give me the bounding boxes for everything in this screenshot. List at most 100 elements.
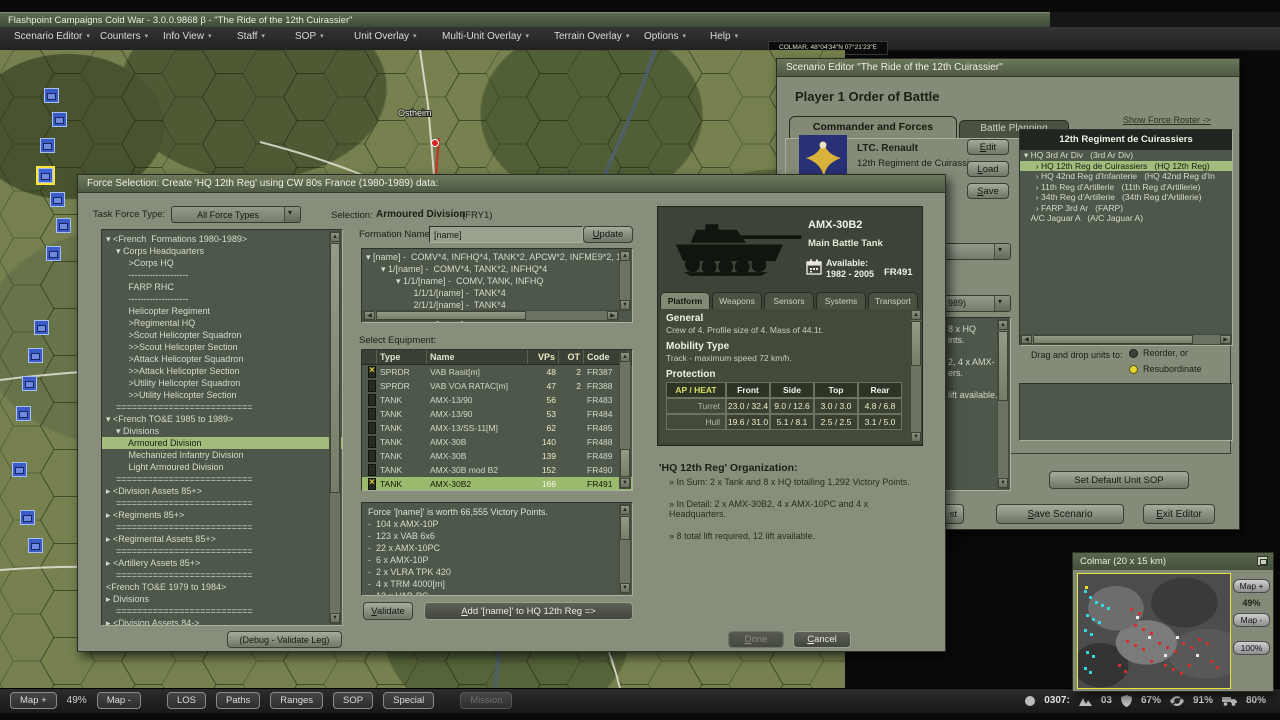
equipment-checkbox[interactable] (368, 450, 376, 462)
template-tree-item[interactable]: FARP RHC (102, 281, 342, 293)
menu-item[interactable]: Terrain Overlay (554, 31, 629, 42)
menu-item[interactable]: Scenario Editor (14, 31, 90, 42)
unit-counter[interactable] (44, 88, 59, 103)
combo-arrow-icon[interactable] (994, 244, 1010, 259)
update-button[interactable]: Update (583, 226, 633, 243)
toolbar-button[interactable]: SOP (333, 692, 373, 709)
unit-counter[interactable] (12, 462, 27, 477)
formation-tree-item[interactable]: ▾ 1/1/[name] - COMV, TANK, INFHQ (362, 275, 632, 287)
template-tree-item[interactable]: ========================== (102, 521, 342, 533)
unit-counter[interactable] (34, 320, 49, 335)
roster-tree-item[interactable]: › HQ 12th Reg de Cuirassiers (HQ 12th Re… (1020, 161, 1232, 172)
unit-counter[interactable] (40, 138, 55, 153)
debug-validate-leg-button[interactable]: (Debug - Validate Leg) (227, 631, 342, 648)
template-tree-item[interactable]: ▾ Corps Headquarters (102, 245, 342, 257)
unit-counter[interactable] (52, 112, 67, 127)
exit-editor-button[interactable]: Exit Editor (1143, 504, 1215, 524)
set-default-unit-sop-button[interactable]: Set Default Unit SOP (1049, 471, 1189, 489)
add-to-hq-button[interactable]: Add '[name]' to HQ 12th Reg => (424, 602, 633, 620)
roster-tree-item[interactable]: › HQ 42nd Reg d'Infanterie (HQ 42nd Reg … (1020, 171, 1232, 182)
template-tree-item[interactable]: ▸ <Regiments 85+> (102, 509, 342, 521)
template-tree-item[interactable]: ========================== (102, 605, 342, 617)
scroll-right-icon[interactable]: ▶ (1220, 335, 1231, 344)
menu-item[interactable]: Help (710, 31, 738, 42)
roster-tree-item[interactable]: › 11th Reg d'Artillerie (11th Reg d'Arti… (1020, 182, 1232, 193)
formation-tree-item[interactable]: ▾ [name] - COMV*4, INFHQ*4, TANK*2, APCW… (362, 251, 632, 263)
roster-tree-item[interactable]: ▾ HQ 3rd Ar Div (3rd Ar Div) (1020, 150, 1232, 161)
platform-content-vscrollbar[interactable]: ▲ ▼ (910, 309, 922, 443)
unit-counter[interactable] (56, 218, 71, 233)
equipment-tab[interactable]: Weapons (712, 292, 762, 309)
mission-button[interactable]: Mission (460, 692, 512, 709)
equipment-table-vscrollbar[interactable]: ▲ ▼ (619, 351, 631, 489)
equipment-row[interactable]: TANK AMX-30B2 166 FR491 (362, 477, 632, 491)
unit-counter[interactable] (16, 406, 31, 421)
roster-tree-item[interactable]: › 34th Reg d'Artillerie (34th Reg d'Arti… (1020, 192, 1232, 203)
radio-resubordinate[interactable] (1129, 365, 1138, 374)
toolbar-button[interactable]: Paths (216, 692, 260, 709)
menu-item[interactable]: Counters (100, 31, 148, 42)
equipment-tab[interactable]: Transport (868, 292, 918, 309)
template-tree-item[interactable]: >Corps HQ (102, 257, 342, 269)
toolbar-button[interactable]: Ranges (270, 692, 323, 709)
roster-tree-item[interactable]: A/C Jaguar A (A/C Jaguar A) (1020, 213, 1232, 224)
equipment-checkbox[interactable] (368, 380, 376, 392)
equipment-tab[interactable]: Systems (816, 292, 866, 309)
equipment-checkbox[interactable] (368, 422, 376, 434)
unit-counter[interactable] (46, 246, 61, 261)
radio-resubordinate-label[interactable]: Resubordinate (1143, 364, 1202, 374)
edit-button[interactable]: Edit (967, 139, 1009, 155)
template-tree-item[interactable]: ▸ <Division Assets 84-> (102, 617, 342, 626)
template-tree-item[interactable]: ▸ <Regimental Assets 85+> (102, 533, 342, 545)
cancel-button[interactable]: Cancel (793, 631, 851, 648)
equipment-checkbox[interactable] (368, 366, 376, 378)
save-scenario-button[interactable]: Save Scenario (996, 504, 1124, 524)
unit-counter[interactable] (28, 348, 43, 363)
template-tree-item[interactable]: >Attack Helicopter Squadron (102, 353, 342, 365)
equipment-row[interactable]: TANK AMX-30B 140 FR488 (362, 435, 632, 449)
equipment-row[interactable]: TANK AMX-13/SS-11[M] 62 FR485 (362, 421, 632, 435)
template-tree-item[interactable]: -------------------- (102, 269, 342, 281)
scroll-left-icon[interactable]: ◀ (1021, 335, 1032, 344)
equipment-checkbox[interactable] (368, 436, 376, 448)
equipment-checkbox[interactable] (368, 408, 376, 420)
map-zoom-out-button[interactable]: Map - (97, 692, 141, 709)
force-worth-vscrollbar[interactable]: ▲ ▼ (619, 504, 631, 594)
template-tree-item[interactable]: Mechanized Infantry Division (102, 449, 342, 461)
toolbar-button[interactable]: LOS (167, 692, 206, 709)
summary-vscrollbar[interactable]: ▲ ▼ (997, 319, 1009, 489)
equipment-checkbox[interactable] (368, 478, 376, 490)
unit-counter[interactable] (28, 538, 43, 553)
unit-counter[interactable] (50, 192, 65, 207)
roster-hscrollbar[interactable]: ◀ ▶ (1020, 334, 1232, 345)
equipment-row[interactable]: SPRDR VAB VOA RATAC[m] 47 2 FR388 (362, 379, 632, 393)
template-tree-item[interactable]: <French TO&E 1979 to 1984> (102, 581, 342, 593)
template-tree-item[interactable]: >Utility Helicopter Squadron (102, 377, 342, 389)
formation-tree-item[interactable]: 1/1/1/[name] - TANK*4 (362, 287, 632, 299)
template-tree-item[interactable]: Helicopter Regiment (102, 305, 342, 317)
menu-item[interactable]: SOP (295, 31, 324, 42)
template-tree-item[interactable]: ========================== (102, 497, 342, 509)
roster-tree-item[interactable]: › FARP 3rd Ar (FARP) (1020, 203, 1232, 214)
template-list-vscrollbar[interactable]: ▲ ▼ (329, 231, 341, 624)
template-tree-item[interactable]: ▸ Divisions (102, 593, 342, 605)
equipment-row[interactable]: TANK AMX-13/90 53 FR484 (362, 407, 632, 421)
roster-hscroll-thumb[interactable] (1033, 335, 1193, 344)
template-tree-item[interactable]: ▸ <Division Assets 85+> (102, 485, 342, 497)
minimap-zoom-reset-button[interactable]: 100% (1233, 641, 1270, 655)
formation-tree-item[interactable]: ▾ 1/[name] - COMV*4, TANK*2, INFHQ*4 (362, 263, 632, 275)
equipment-row[interactable]: TANK AMX-30B 139 FR489 (362, 449, 632, 463)
minimap-restore-icon[interactable] (1257, 556, 1268, 566)
menu-item[interactable]: Multi-Unit Overlay (442, 31, 529, 42)
show-force-roster-link[interactable]: Show Force Roster -> (1123, 115, 1211, 125)
template-tree-item[interactable]: ========================== (102, 401, 342, 413)
done-button[interactable]: Done (728, 631, 784, 648)
menu-item[interactable]: Info View (163, 31, 211, 42)
template-tree-item[interactable]: >>Attack Helicopter Section (102, 365, 342, 377)
toolbar-button[interactable]: Special (383, 692, 434, 709)
task-force-type-combo[interactable]: All Force Types (171, 206, 301, 223)
formation-tree-hscrollbar[interactable]: ◀ ▶ (363, 310, 619, 321)
radio-reorder-label[interactable]: Reorder, or (1143, 348, 1188, 358)
equipment-tab[interactable]: Sensors (764, 292, 814, 309)
template-tree-item[interactable]: ========================== (102, 545, 342, 557)
